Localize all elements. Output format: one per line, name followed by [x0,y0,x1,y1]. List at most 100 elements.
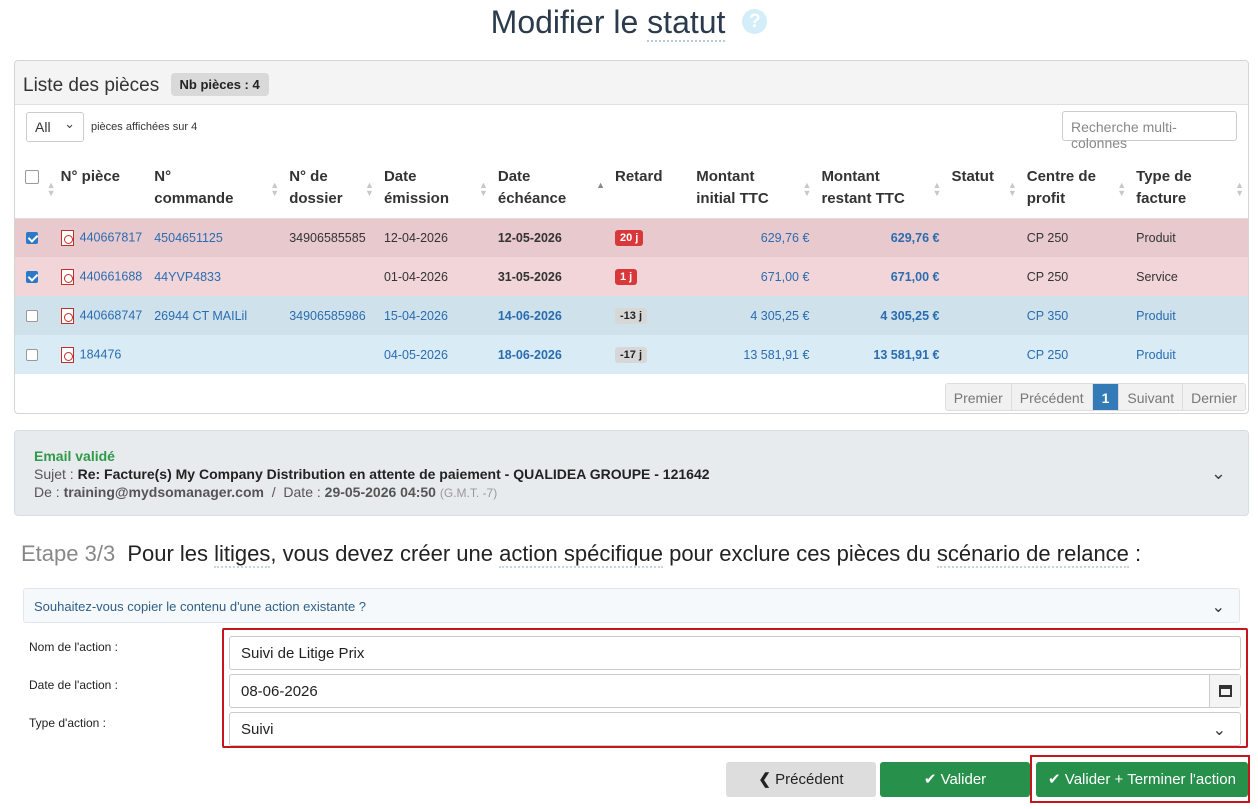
multi-column-search-input[interactable]: Recherche multi-colonnes [1062,111,1237,151]
validate-and-finish-label: Valider + Terminer l'action [1064,771,1236,788]
echeance-cell: 12-05-2026 [491,218,609,257]
statut-cell [945,218,1021,257]
piece-link[interactable]: 440661688 [80,269,143,283]
late-badge: -13 j [614,307,647,324]
col-header-centre[interactable]: Centre de profit ▲ ▼ [1020,154,1131,219]
initial-amount-cell: 13 581,91 € [690,335,816,374]
piece-link[interactable]: 184476 [80,347,122,361]
action-name-label: Nom de l'action : [29,640,118,654]
statut-cell [945,296,1021,335]
pdf-icon[interactable] [60,229,74,246]
echeance-cell: 31-05-2026 [491,257,609,296]
step-counter: Etape 3/3 [21,541,116,566]
chevron-down-icon: ⌄ [1212,722,1226,739]
type-cell: Produit [1130,296,1248,335]
table-row[interactable]: 184476 04-05-2026 18-06-2026 -17 j 13 58… [15,335,1248,374]
pager-page-1[interactable]: 1 [1092,384,1120,410]
select-all-checkbox[interactable] [25,170,39,185]
col-header-retard[interactable]: Retard [608,154,691,219]
piece-link[interactable]: 440668747 [80,308,143,322]
pager-previous[interactable]: Précédent [1011,384,1093,410]
initial-amount-cell: 671,00 € [690,257,816,296]
centre-cell: CP 250 [1020,335,1131,374]
pager-last[interactable]: Dernier [1183,384,1245,410]
initial-amount-cell: 629,76 € [690,218,816,257]
chevron-down-icon[interactable]: ⌄ [1211,463,1226,484]
email-from-line: De : training@mydsomanager.com / Date : … [34,483,1229,502]
col-header-montant-restant[interactable]: Montant restant TTC ▲ ▼ [815,154,946,219]
commande-link[interactable] [148,335,284,374]
pdf-icon[interactable] [60,268,74,285]
pieces-table: ▲ ▼ N° pièce N° commande ▲ ▼ N° de dossier ▲ ▼… [15,154,1248,374]
email-date: 29-05-2026 04:50 [324,484,436,500]
initial-amount-cell: 4 305,25 € [690,296,816,335]
emission-cell: 01-04-2026 [377,257,492,296]
action-date-input[interactable]: 08-06-2026 [229,674,1241,708]
previous-button-label: Précédent [775,771,844,788]
type-cell: Produit [1130,218,1248,257]
col-header-piece[interactable]: ▲ ▼ N° pièce [47,154,149,219]
action-type-select[interactable]: Suivi ⌄ [229,712,1241,746]
row-checkbox[interactable] [26,349,38,362]
emission-cell: 12-04-2026 [377,218,492,257]
step-text: pour exclure ces pièces du [662,541,937,566]
col-header-emission[interactable]: Date émission ▲ ▼ [377,154,492,219]
action-type-label: Type d'action : [29,716,107,730]
row-checkbox[interactable] [26,310,38,323]
step-term-action: action spécifique [499,541,663,568]
sort-icon: ▲ ▼ [1235,180,1244,198]
previous-button[interactable]: ❮ Précédent [726,762,876,797]
col-header-type[interactable]: Type de facture ▲ ▼ [1130,154,1248,219]
step-term-scenario: scénario de relance [936,541,1129,568]
piece-link[interactable]: 440667817 [80,230,143,244]
commande-link[interactable]: 44YVP4833 [148,257,284,296]
sort-icon: ▲ ▼ [802,180,812,198]
col-header-echeance[interactable]: Date échéance ▲ [491,154,609,219]
page-length-select[interactable]: All ⌄ [26,112,84,142]
col-header-montant-initial[interactable]: Montant initial TTC ▲ ▼ [690,154,816,219]
pagination: Premier Précédent 1 Suivant Dernier [944,383,1246,411]
email-subject: Re: Facture(s) My Company Distribution e… [77,466,710,482]
table-row[interactable]: 440667817 4504651125 34906585585 12-04-2… [15,218,1248,257]
late-badge: 1 j [614,268,638,285]
help-icon[interactable]: ? [742,9,768,34]
col-header-statut[interactable]: Statut ▲ ▼ [945,154,1021,219]
email-subject-label: Sujet : [34,466,74,482]
pdf-icon[interactable] [60,346,74,363]
col-header-dossier[interactable]: N° de dossier ▲ ▼ [283,154,378,219]
row-checkbox[interactable] [26,232,38,245]
validate-button[interactable]: ✔ Valider [880,762,1030,797]
table-header-row: ▲ ▼ N° pièce N° commande ▲ ▼ N° de dossier ▲ ▼… [15,154,1248,219]
copy-action-collapsible[interactable]: Souhaitez-vous copier le contenu d'une a… [23,588,1240,623]
email-subject-line: Sujet : Re: Facture(s) My Company Distri… [34,465,1229,483]
email-separator: / [271,484,276,500]
action-name-input[interactable]: Suivi de Litige Prix [229,636,1241,670]
table-row[interactable]: 440668747 26944 CT MAILil 34906585986 15… [15,296,1248,335]
remaining-amount-cell: 671,00 € [815,257,946,296]
email-timezone: (G.M.T. -7) [439,486,498,500]
centre-cell: CP 350 [1020,296,1131,335]
pager-first[interactable]: Premier [945,384,1012,410]
pieces-panel-header: Liste des pièces Nb pièces : 4 [15,61,1248,105]
validate-and-finish-button[interactable]: ✔ Valider + Terminer l'action [1036,762,1248,797]
remaining-amount-cell: 629,76 € [815,218,946,257]
calendar-icon [1218,685,1232,698]
email-from-label: De : [34,484,60,500]
pdf-icon[interactable] [60,307,74,324]
email-summary[interactable]: Email validé Sujet : Re: Facture(s) My C… [14,430,1249,516]
commande-link[interactable]: 26944 CT MAILil [148,296,284,335]
commande-link[interactable]: 4504651125 [148,218,284,257]
action-type-value: Suivi [241,721,274,738]
remaining-amount-cell: 13 581,91 € [815,335,946,374]
calendar-button[interactable] [1209,675,1240,707]
sort-icon: ▲ ▼ [365,180,374,198]
row-checkbox[interactable] [26,271,38,284]
col-header-commande[interactable]: N° commande ▲ ▼ [148,154,284,219]
type-cell: Service [1130,257,1248,296]
pager-next[interactable]: Suivant [1119,384,1184,410]
table-controls: All ⌄ pièces affichées sur 4 Recherche m… [26,111,1237,151]
action-date-value: 08-06-2026 [241,683,318,700]
dossier-cell [283,335,378,374]
email-status: Email validé [34,448,115,464]
table-row[interactable]: 440661688 44YVP4833 01-04-2026 31-05-202… [15,257,1248,296]
